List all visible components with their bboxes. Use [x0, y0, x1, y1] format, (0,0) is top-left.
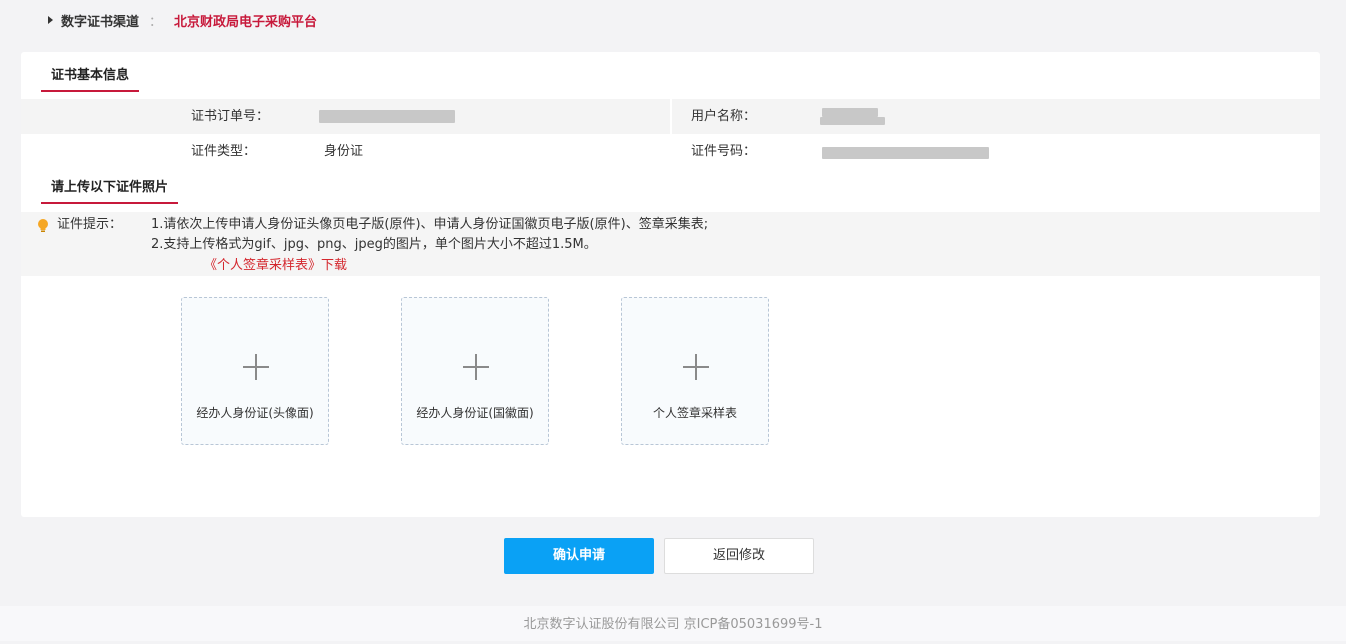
id-number-value-redacted [822, 147, 989, 159]
footer: 北京数字认证股份有限公司 京ICP备05031699号-1 [0, 606, 1346, 641]
order-no-value-redacted [319, 110, 455, 123]
upload-label: 经办人身份证(国徽面) [416, 406, 534, 420]
user-name-value-redacted [822, 108, 878, 117]
plus-icon [463, 354, 489, 380]
row-divider [670, 99, 672, 135]
breadcrumb: 数字证书渠道 ： 北京财政局电子采购平台 [48, 10, 317, 30]
main-card: 证书基本信息 证书订单号： 用户名称： 证件类型： 身份证 证件号码： 请上传以… [21, 52, 1320, 517]
upload-id-back[interactable]: 经办人身份证(国徽面) [401, 297, 549, 445]
section-title-basic-info: 证书基本信息 [41, 62, 140, 92]
id-type-label: 证件类型： [191, 144, 257, 159]
section-title-upload: 请上传以下证件照片 [41, 174, 179, 204]
tip-box: 证件提示： 1.请依次上传申请人身份证头像页电子版(原件)、申请人身份证国徽页电… [21, 212, 1320, 276]
user-name-label: 用户名称： [691, 109, 757, 124]
tip-line-1: 1.请依次上传申请人身份证头像页电子版(原件)、申请人身份证国徽页电子版(原件)… [151, 217, 709, 232]
order-no-label: 证书订单号： [191, 109, 270, 124]
upload-signature-form[interactable]: 个人签章采样表 [621, 297, 769, 445]
tip-label: 证件提示： [57, 217, 123, 232]
plus-icon [243, 354, 269, 380]
caret-right-icon [48, 16, 53, 24]
user-name-value-redacted-2 [820, 117, 885, 125]
id-number-label: 证件号码： [691, 144, 757, 159]
breadcrumb-label: 数字证书渠道 [61, 14, 140, 30]
breadcrumb-separator: ： [149, 14, 163, 30]
upload-id-front[interactable]: 经办人身份证(头像面) [181, 297, 329, 445]
tip-line-2: 2.支持上传格式为gif、jpg、png、jpeg的图片，单个图片大小不超过1.… [151, 237, 597, 252]
lightbulb-icon [38, 219, 48, 232]
back-button[interactable]: 返回修改 [664, 538, 814, 574]
id-type-value: 身份证 [324, 144, 364, 159]
breadcrumb-value: 北京财政局电子采购平台 [174, 14, 318, 30]
upload-label: 经办人身份证(头像面) [196, 406, 314, 420]
info-row-order: 证书订单号： 用户名称： [21, 99, 1320, 135]
signature-form-download-link[interactable]: 《个人签章采样表》下载 [204, 257, 347, 275]
plus-icon [683, 354, 709, 380]
upload-label: 个人签章采样表 [652, 406, 737, 420]
confirm-button[interactable]: 确认申请 [504, 538, 654, 574]
info-row-id: 证件类型： 身份证 证件号码： [21, 134, 1320, 170]
